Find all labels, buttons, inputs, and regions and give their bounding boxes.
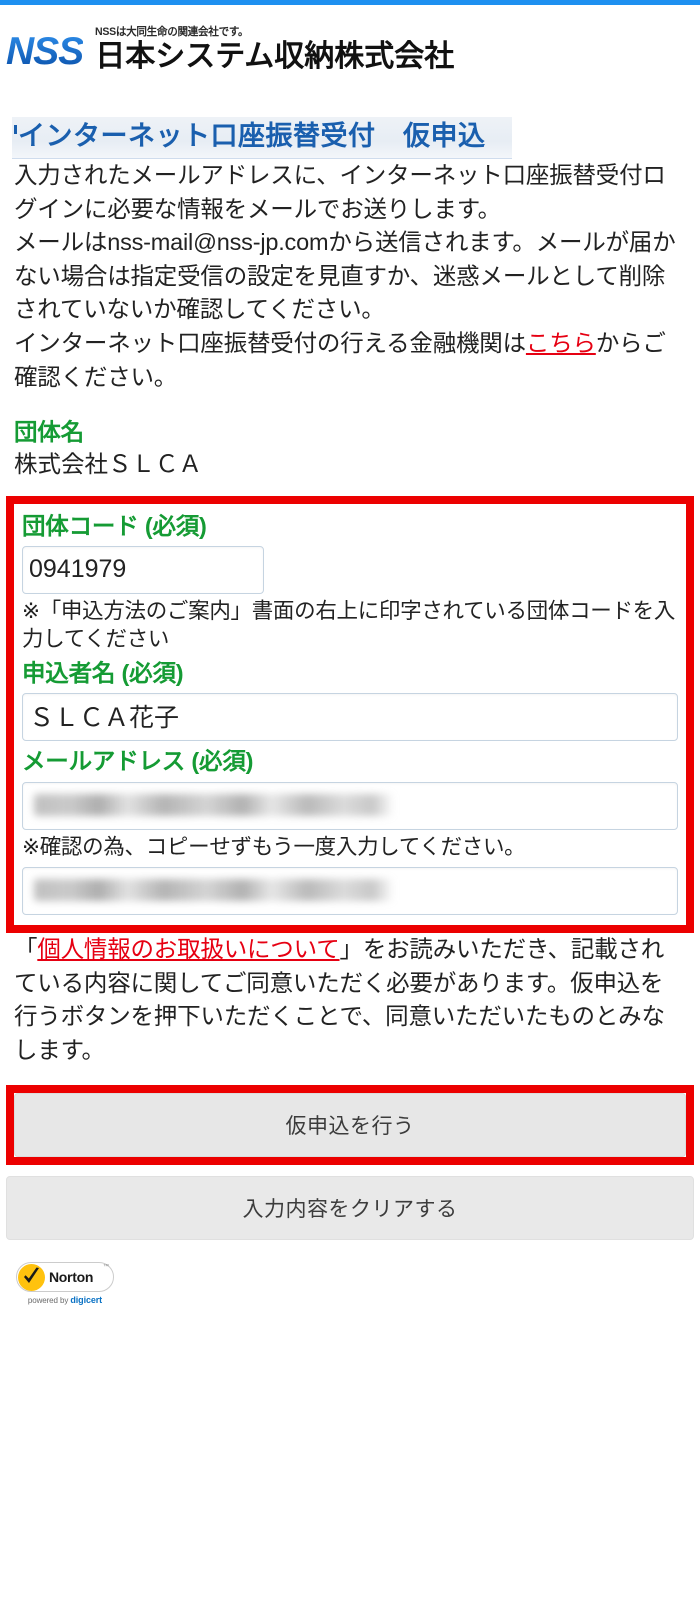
brand-tagline: NSSは大同生命の関連会社です。 <box>95 26 249 38</box>
powered-by-text: powered by <box>27 1296 71 1306</box>
clear-button[interactable]: 入力内容をクリアする <box>6 1176 694 1241</box>
email-confirm-input-wrap <box>22 867 678 916</box>
intro-paragraph: 入力されたメールアドレスに、インターネット口座振替受付ログインに必要な情報をメー… <box>14 162 676 323</box>
title-tick-icon <box>14 125 17 134</box>
email-input[interactable] <box>22 781 678 830</box>
consent-quote-open: 「 <box>14 936 38 963</box>
submit-button[interactable]: 仮申込を行う <box>14 1093 686 1158</box>
norton-wordmark: Norton <box>49 1269 94 1286</box>
checkmark-icon <box>18 1263 45 1291</box>
applicant-name-input[interactable] <box>22 693 678 742</box>
main-content: 入力されたメールアドレスに、インターネット口座振替受付ログインに必要な情報をメー… <box>0 159 700 480</box>
group-code-hint: ※「申込方法のご案内」書面の右上に印字されている団体コードを入力してください <box>22 599 676 651</box>
norton-powered-by: powered by digicert <box>16 1295 114 1305</box>
group-code-input[interactable] <box>22 546 264 595</box>
consent-paragraph: 「個人情報のお取扱いについて」をお読みいただき、記載されている内容に関してご同意… <box>14 933 686 1067</box>
digicert-brand: digicert <box>70 1295 103 1306</box>
page-title: インターネット口座振替受付 仮申込 <box>18 121 486 151</box>
fi-text-prefix: インターネット口座振替受付の行える金融機関は <box>14 330 526 357</box>
site-header: NSS NSSは大同生命の関連会社です。 日本システム収納株式会社 <box>0 5 700 101</box>
group-code-label: 団体コード (必須) <box>22 512 207 539</box>
applicant-name-label: 申込者名 (必須) <box>22 660 184 687</box>
applicant-name-field: 申込者名 (必須) <box>22 659 678 742</box>
email-confirm-input[interactable] <box>22 867 678 916</box>
group-name-block: 団体名 株式会社ＳＬＣＡ <box>14 418 686 480</box>
trademark-icon: ™ <box>103 1264 109 1271</box>
email-label: メールアドレス (必須) <box>22 748 254 775</box>
consent-quote-close: 」 <box>339 936 364 963</box>
norton-secured-seal[interactable]: Norton ™ powered by digicert <box>16 1262 116 1305</box>
group-code-field: 団体コード (必須) ※「申込方法のご案内」書面の右上に印字されている団体コード… <box>22 512 678 653</box>
brand-logo[interactable]: NSS NSSは大同生命の関連会社です。 日本システム収納株式会社 <box>0 27 700 72</box>
privacy-policy-link[interactable]: 個人情報のお取扱いについて <box>37 936 339 962</box>
highlighted-form-section: 団体コード (必須) ※「申込方法のご案内」書面の右上に印字されている団体コード… <box>6 495 694 934</box>
email-field-group: メールアドレス (必須) ※確認の為、コピーせずもう一度入力してください。 <box>22 747 678 916</box>
submit-button-highlight: 仮申込を行う <box>6 1085 694 1166</box>
page-title-band: インターネット口座振替受付 仮申込 <box>12 117 512 160</box>
financial-institutions-link[interactable]: こちら <box>526 330 596 356</box>
financial-institution-paragraph: インターネット口座振替受付の行える金融機関はこちらからご確認ください。 <box>14 327 686 394</box>
checkmark-glyph <box>24 1267 39 1283</box>
email-confirm-hint: ※確認の為、コピーせずもう一度入力してください。 <box>22 834 526 859</box>
group-name-label: 団体名 <box>14 419 84 446</box>
email-input-wrap <box>22 781 678 830</box>
nss-logo-mark: NSS <box>6 29 84 73</box>
group-name-value: 株式会社ＳＬＣＡ <box>14 451 202 478</box>
brand-company-name: 日本システム収納株式会社 <box>95 40 455 73</box>
norton-badge: Norton ™ <box>16 1262 114 1293</box>
